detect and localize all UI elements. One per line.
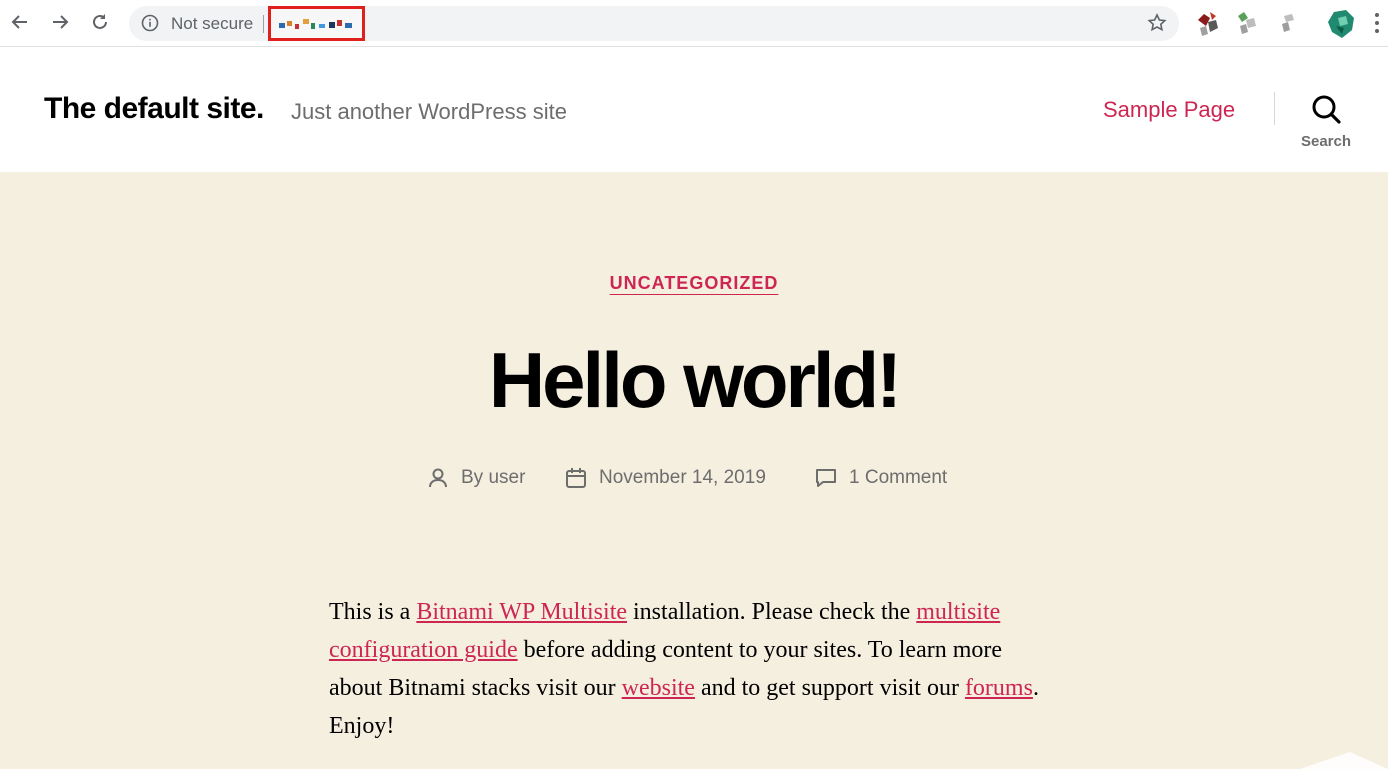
redacted-url-image (279, 19, 352, 29)
content-text-4: and to get support visit our (694, 675, 965, 701)
extension-icon-2[interactable] (1232, 8, 1264, 40)
forward-button[interactable] (46, 8, 74, 36)
search-label: Search (1300, 133, 1352, 150)
post-comments[interactable]: 1 Comment (815, 465, 947, 491)
arrow-left-icon (11, 15, 27, 29)
profile-avatar-icon[interactable] (1326, 8, 1358, 40)
back-button[interactable] (6, 8, 34, 36)
info-icon[interactable] (141, 14, 159, 32)
nav-item-sample-page[interactable]: Sample Page (1103, 97, 1235, 123)
extension-icon-1[interactable] (1194, 8, 1226, 40)
forums-link[interactable]: forums (965, 675, 1033, 701)
security-status[interactable]: Not secure (171, 14, 253, 34)
reload-button[interactable] (86, 8, 114, 36)
search-icon (1312, 95, 1341, 124)
post-title[interactable]: Hello world! (0, 335, 1388, 426)
post-meta: By user November 14, 2019 1 Comment (0, 465, 1388, 495)
site-description: Just another WordPress site (291, 99, 567, 124)
site-header: The default site. Just another WordPress… (0, 47, 1388, 172)
browser-toolbar: Not secure (0, 0, 1388, 47)
site-title[interactable]: The default site. (44, 92, 264, 126)
post-date-text[interactable]: November 14, 2019 (599, 467, 766, 489)
search-button[interactable]: Search (1296, 93, 1356, 153)
address-bar[interactable]: Not secure (129, 6, 1179, 41)
post-author[interactable]: By user (427, 465, 525, 491)
post-content: This is a Bitnami WP Multisite installat… (329, 593, 1059, 745)
user-icon (429, 468, 447, 488)
post-date[interactable]: November 14, 2019 (565, 465, 766, 491)
comment-icon (816, 469, 836, 487)
website-link[interactable]: website (622, 675, 695, 701)
bitnami-multisite-link[interactable]: Bitnami WP Multisite (416, 599, 627, 625)
calendar-icon (566, 468, 586, 488)
redacted-url-highlight[interactable] (268, 6, 365, 41)
header-divider (1274, 92, 1275, 125)
post-comments-text[interactable]: 1 Comment (849, 467, 947, 489)
content-text-1: This is a (329, 599, 417, 625)
reload-icon (93, 14, 107, 29)
bookmark-star-icon[interactable] (1147, 13, 1167, 33)
post-category: UNCATEGORIZED (0, 273, 1388, 294)
browser-menu-icon[interactable] (1374, 12, 1380, 34)
post-author-text[interactable]: By user (461, 467, 525, 489)
address-separator (263, 15, 264, 33)
arrow-right-icon (53, 15, 69, 29)
category-link[interactable]: UNCATEGORIZED (610, 273, 779, 293)
extension-icon-3[interactable] (1274, 8, 1306, 40)
corner-decoration (1300, 752, 1388, 769)
content-text-2: installation. Please check the (627, 599, 917, 625)
